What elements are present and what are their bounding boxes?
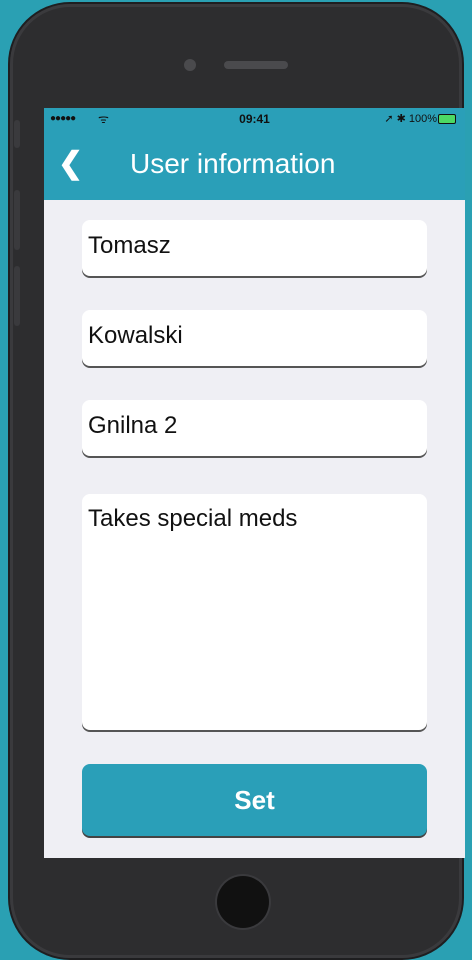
volume-down-button	[14, 266, 20, 326]
volume-up-button	[14, 190, 20, 250]
status-indicators: ➚ ✱ 100%	[384, 113, 437, 125]
back-chevron-icon[interactable]: ❮	[58, 144, 83, 184]
status-bar: ●●●●● ᯤ 09:41 ➚ ✱ 100%	[44, 108, 465, 130]
mute-switch	[14, 120, 20, 148]
app-screen: ●●●●● ᯤ 09:41 ➚ ✱ 100% ❮ User informatio…	[44, 108, 465, 858]
earpiece-speaker	[224, 61, 288, 69]
home-button[interactable]	[217, 876, 269, 928]
set-button[interactable]: Set	[82, 764, 427, 836]
front-camera	[184, 59, 196, 71]
address-field[interactable]: Gnilna 2	[82, 400, 427, 456]
last-name-field[interactable]: Kowalski	[82, 310, 427, 366]
battery-icon	[438, 114, 456, 124]
navigation-bar: ❮ User information	[44, 130, 465, 200]
page-title: User information	[130, 148, 336, 179]
notes-textarea[interactable]: Takes special meds	[82, 494, 427, 730]
first-name-field[interactable]: Tomasz	[82, 220, 427, 276]
phone-frame: ●●●●● ᯤ 09:41 ➚ ✱ 100% ❮ User informatio…	[10, 4, 465, 958]
